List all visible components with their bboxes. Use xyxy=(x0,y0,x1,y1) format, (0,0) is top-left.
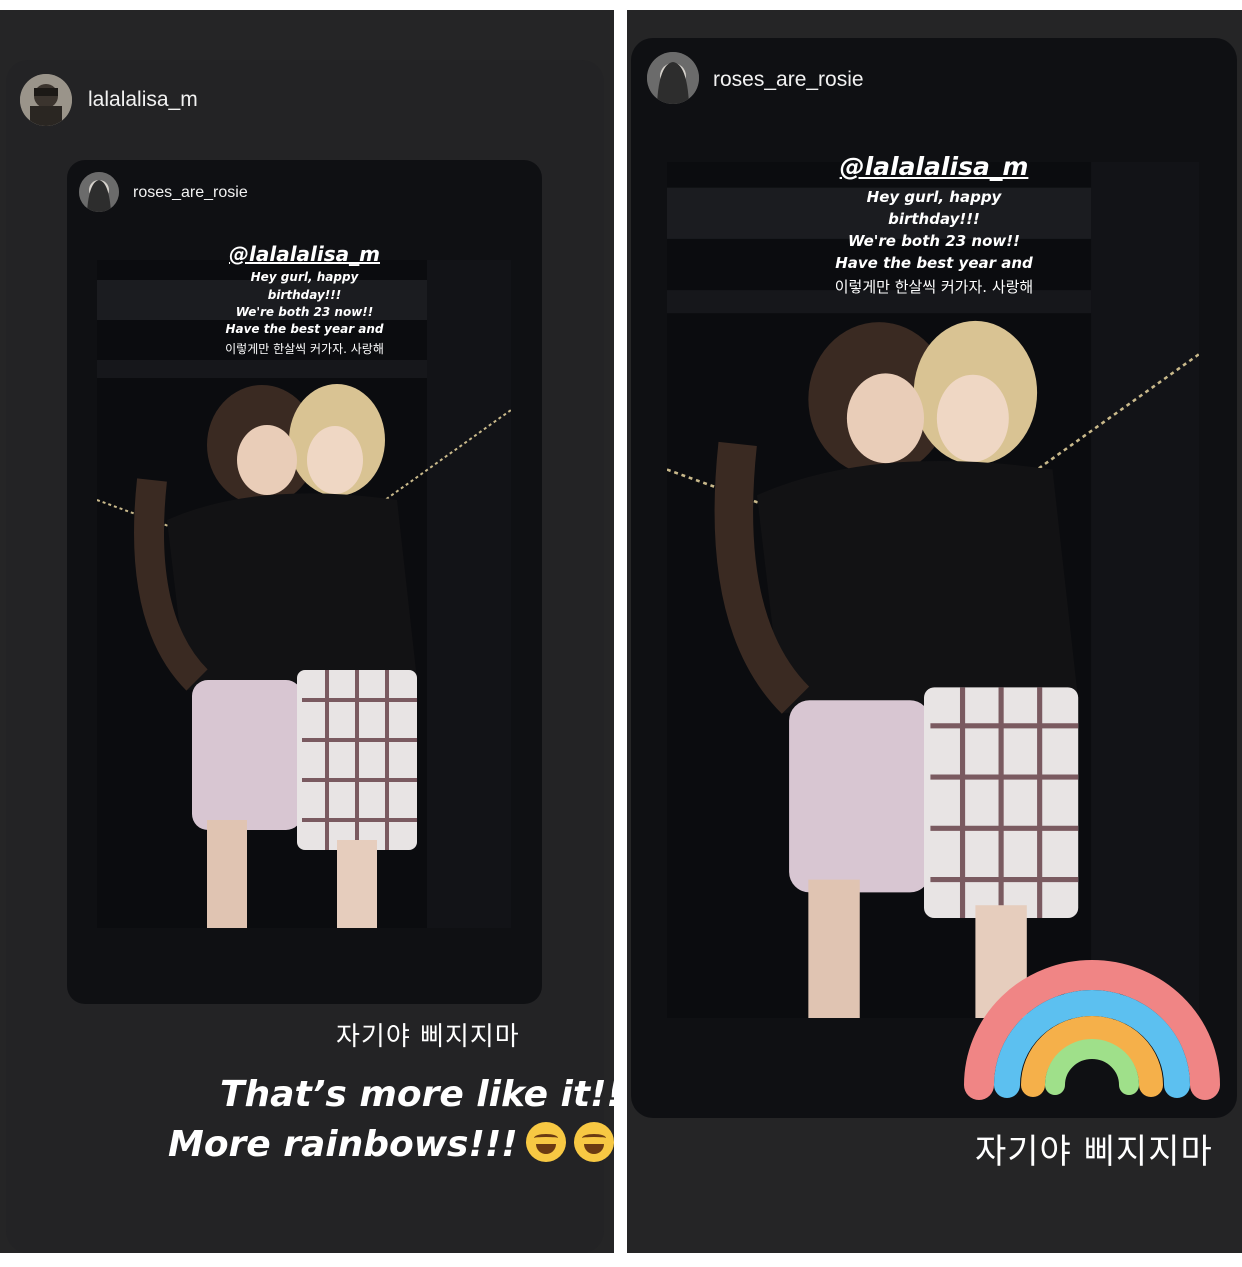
story-card: lalalalisa_m roses_are_rosie @lalalalisa… xyxy=(6,60,614,1253)
left-story-screenshot: lalalalisa_m roses_are_rosie @lalalalisa… xyxy=(0,10,614,1253)
message-line-1: Hey gurl, happy xyxy=(866,188,1002,206)
message-line-3: We're both 23 now!! xyxy=(235,305,374,319)
message-line-3: We're both 23 now!! xyxy=(848,232,1020,250)
caption-line-2-text: More rainbows!!! xyxy=(168,1124,518,1165)
mention-text[interactable]: @lalalalisa_m xyxy=(631,152,1237,181)
caption-korean: 자기야 삐지지마 xyxy=(975,1132,1213,1172)
caption-korean: 자기야 삐지지마 xyxy=(336,1022,520,1052)
caption-line-2: More rainbows!!! xyxy=(168,1122,614,1165)
shared-poster-avatar[interactable] xyxy=(79,172,119,212)
message-korean: 이렇게만 한살씩 커가자. 사랑해 xyxy=(225,342,384,356)
message-line-4: Have the best year and xyxy=(835,254,1033,272)
poster-username[interactable]: lalalalisa_m xyxy=(88,88,198,112)
message-line-2: birthday!!! xyxy=(888,210,980,228)
message-line-4: Have the best year and xyxy=(225,322,384,336)
laughing-tears-emoji-icon xyxy=(525,1122,566,1162)
caption-line-1: That’s more like it!! xyxy=(220,1074,614,1115)
right-story-screenshot: roses_are_rosie @lalalalisa_m Hey gurl, … xyxy=(627,10,1242,1253)
laughing-tears-emoji-icon xyxy=(573,1122,614,1162)
poster-username[interactable]: roses_are_rosie xyxy=(713,68,864,92)
poster-avatar[interactable] xyxy=(647,52,699,104)
rainbow-sticker-icon[interactable] xyxy=(957,890,1227,1100)
story-photo xyxy=(97,260,511,928)
message-line-2: birthday!!! xyxy=(267,288,342,302)
message-korean: 이렇게만 한살씩 커가자. 사랑해 xyxy=(834,278,1034,296)
poster-avatar[interactable] xyxy=(20,74,72,126)
shared-story-card[interactable]: roses_are_rosie @lalalalisa_m Hey gurl, … xyxy=(67,160,542,1004)
mention-text[interactable]: @lalalalisa_m xyxy=(67,242,542,266)
shared-poster-username[interactable]: roses_are_rosie xyxy=(133,184,248,202)
message-line-1: Hey gurl, happy xyxy=(250,270,359,284)
